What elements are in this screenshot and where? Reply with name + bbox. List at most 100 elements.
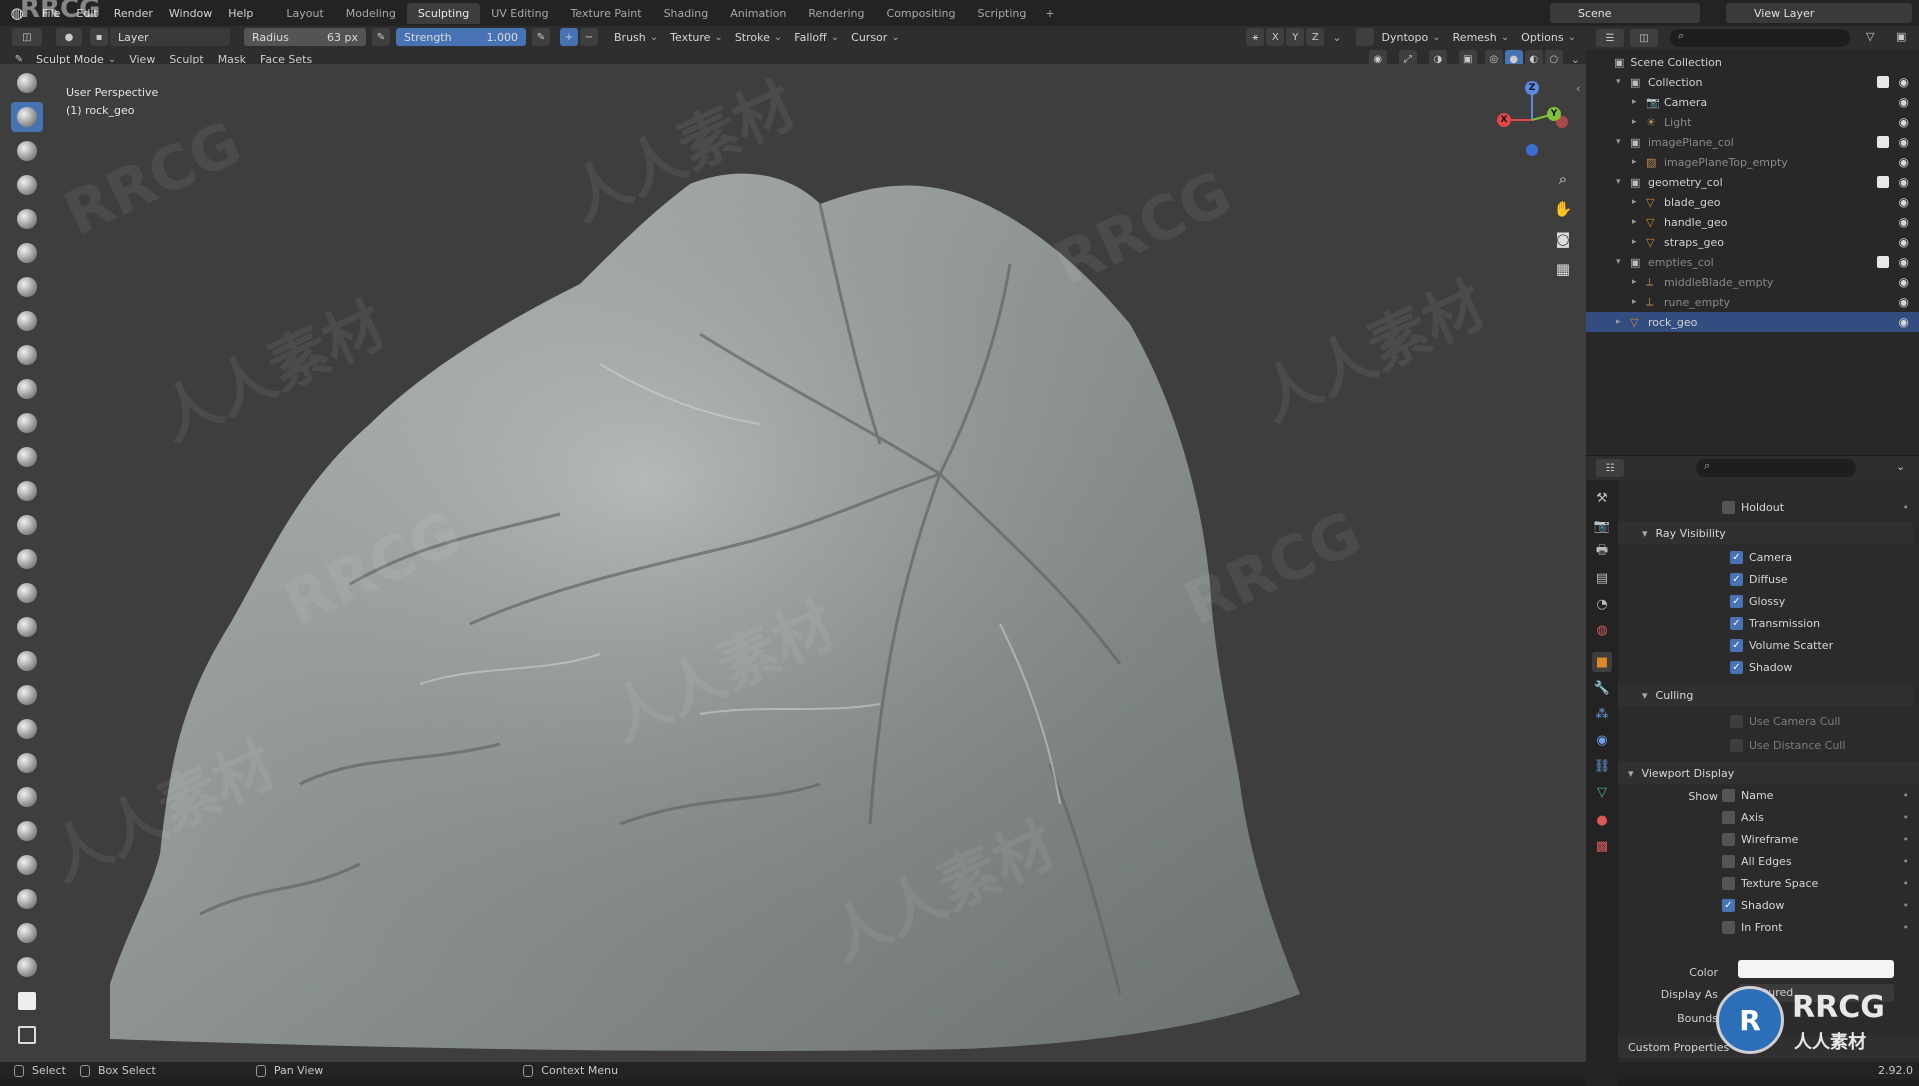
simplify-brush-tool[interactable] (11, 918, 43, 948)
draw-brush-tool[interactable] (11, 68, 43, 98)
outliner-editor-type-icon[interactable]: ☰ (1596, 29, 1624, 47)
mask-brush-tool[interactable] (11, 952, 43, 982)
ray-transmission-checkbox[interactable]: ✓ (1730, 616, 1743, 630)
pose-brush-tool[interactable] (11, 714, 43, 744)
visibility-eye-icon[interactable]: ◉ (1899, 115, 1909, 129)
ray-visibility-header[interactable]: Ray Visibility (1618, 522, 1913, 544)
outliner-row[interactable]: ▸ ▽ handle_geo ◉ (1586, 212, 1919, 232)
ray-shadow-row[interactable]: ✓ Shadow (1618, 656, 1919, 678)
expand-right-icon[interactable]: ▸ (1632, 217, 1637, 227)
exclude-checkbox[interactable] (1877, 256, 1889, 268)
keyframe-dot-icon[interactable]: • (1903, 855, 1910, 868)
visibility-eye-icon[interactable]: ◉ (1899, 215, 1909, 229)
outliner-row[interactable]: ▸ ▨ imagePlaneTop_empty ◉ (1586, 152, 1919, 172)
viewport-display-row[interactable]: Name • (1618, 784, 1919, 806)
draw-sharp-brush-tool[interactable] (11, 136, 43, 166)
outliner-row[interactable]: ▸ 📷 Camera ◉ (1586, 92, 1919, 112)
fake-user-icon[interactable]: ▪ (90, 28, 108, 46)
scene-collection-row[interactable]: ▣ Scene Collection (1586, 52, 1919, 72)
world-tab-icon[interactable]: ◍ (1592, 620, 1612, 640)
navigation-gizmo[interactable]: Z X Y (1490, 78, 1570, 158)
camera-cull-row[interactable]: Use Camera Cull (1618, 710, 1919, 732)
visibility-eye-icon[interactable]: ◉ (1899, 275, 1909, 289)
cursor-dropdown[interactable]: Cursor (845, 31, 906, 44)
dyntopo-dropdown[interactable]: Dyntopo (1376, 31, 1447, 44)
visibility-eye-icon[interactable]: ◉ (1899, 155, 1909, 169)
viewport-display-row[interactable]: Axis • (1618, 806, 1919, 828)
expand-right-icon[interactable]: ▸ (1632, 197, 1637, 207)
viewport-display-row[interactable]: Texture Space • (1618, 872, 1919, 894)
camera-cull-checkbox[interactable] (1730, 714, 1743, 728)
tab-uv-editing[interactable]: UV Editing (480, 3, 559, 24)
exclude-checkbox[interactable] (1877, 176, 1889, 188)
expand-down-icon[interactable]: ▾ (1616, 177, 1621, 187)
expand-right-icon[interactable]: ▸ (1632, 237, 1637, 247)
box-mask-tool[interactable] (11, 986, 43, 1016)
symmetry-icon[interactable]: ⚹ (1246, 28, 1265, 46)
tab-animation[interactable]: Animation (719, 3, 797, 24)
viewport-display-header[interactable]: Viewport Display (1618, 762, 1919, 784)
box-hide-tool[interactable] (11, 1020, 43, 1050)
viewport-display-checkbox[interactable] (1722, 788, 1735, 802)
texture-dropdown[interactable]: Texture (664, 31, 729, 44)
strength-pressure-icon[interactable]: ✎ (532, 28, 550, 46)
snake-hook-brush-tool[interactable] (11, 646, 43, 676)
ray-volume-scatter-checkbox[interactable]: ✓ (1730, 638, 1743, 652)
distance-cull-checkbox[interactable] (1730, 738, 1743, 752)
radius-pressure-icon[interactable]: ✎ (372, 28, 390, 46)
outliner-row[interactable]: ▸ ▽ straps_geo ◉ (1586, 232, 1919, 252)
visibility-eye-icon[interactable]: ◉ (1899, 315, 1909, 329)
viewport-display-checkbox[interactable] (1722, 832, 1735, 846)
strength-field[interactable]: Strength 1.000 (396, 28, 526, 46)
ray-diffuse-checkbox[interactable]: ✓ (1730, 572, 1743, 586)
visibility-eye-icon[interactable]: ◉ (1899, 295, 1909, 309)
keyframe-dot-icon[interactable]: • (1903, 921, 1910, 934)
view-layer-selector[interactable]: View Layer (1726, 3, 1912, 23)
keyframe-dot-icon[interactable]: • (1903, 833, 1910, 846)
visibility-eye-icon[interactable]: ◉ (1899, 255, 1909, 269)
boundary-brush-tool[interactable] (11, 850, 43, 880)
visibility-eye-icon[interactable]: ◉ (1899, 235, 1909, 249)
expand-down-icon[interactable]: ▾ (1616, 77, 1621, 87)
viewport-display-checkbox[interactable]: ✓ (1722, 898, 1735, 912)
viewport-display-checkbox[interactable] (1722, 854, 1735, 868)
expand-right-icon[interactable]: ▸ (1632, 97, 1637, 107)
flatten-brush-tool[interactable] (11, 408, 43, 438)
tab-sculpting[interactable]: Sculpting (406, 2, 481, 24)
expand-right-icon[interactable]: ▸ (1632, 277, 1637, 287)
inflate-brush-tool[interactable] (11, 272, 43, 302)
dyntopo-checkbox[interactable] (1355, 28, 1374, 46)
axis-y-toggle[interactable]: Y (1286, 28, 1305, 46)
clay-strips-brush-tool[interactable] (11, 204, 43, 234)
tab-compositing[interactable]: Compositing (876, 3, 967, 24)
axis-x-toggle[interactable]: X (1266, 28, 1285, 46)
menu-help[interactable]: Help (220, 7, 261, 20)
outliner-row[interactable]: ▾ ▣ Collection ◉ (1586, 72, 1919, 92)
brush-dropdown[interactable]: Brush (608, 31, 664, 44)
visibility-eye-icon[interactable]: ◉ (1899, 175, 1909, 189)
clay-brush-tool[interactable] (11, 170, 43, 200)
gizmo-y-axis[interactable]: Y (1547, 107, 1561, 121)
outliner-row[interactable]: ▸ ▽ blade_geo ◉ (1586, 192, 1919, 212)
tab-rendering[interactable]: Rendering (797, 3, 875, 24)
rotate-brush-tool[interactable] (11, 782, 43, 812)
exclude-checkbox[interactable] (1877, 136, 1889, 148)
constraints-tab-icon[interactable]: ⛓ (1592, 756, 1612, 776)
outliner-row[interactable]: ▸ ⟂ middleBlade_empty ◉ (1586, 272, 1919, 292)
brush-preview-icon[interactable]: ● (56, 28, 82, 46)
keyframe-dot-icon[interactable]: • (1903, 877, 1910, 890)
outliner-search-field[interactable]: ⌕ (1670, 29, 1850, 47)
menu-render[interactable]: Render (106, 7, 161, 20)
data-tab-icon[interactable]: ▽ (1592, 782, 1612, 802)
modifier-tab-icon[interactable]: 🔧 (1592, 678, 1612, 698)
fill-brush-tool[interactable] (11, 442, 43, 472)
expand-right-icon[interactable]: ▸ (1616, 317, 1621, 327)
keyframe-dot-icon[interactable]: • (1903, 501, 1910, 514)
options-dropdown[interactable]: Options (1515, 31, 1582, 44)
tab-shading[interactable]: Shading (653, 3, 720, 24)
direction-add-icon[interactable]: + (560, 28, 578, 46)
editor-type-icon[interactable]: ◫ (12, 28, 42, 46)
properties-editor-type-icon[interactable]: ☷ (1596, 459, 1624, 477)
ray-volume-scatter-row[interactable]: ✓ Volume Scatter (1618, 634, 1919, 656)
viewport-display-row[interactable]: In Front • (1618, 916, 1919, 938)
